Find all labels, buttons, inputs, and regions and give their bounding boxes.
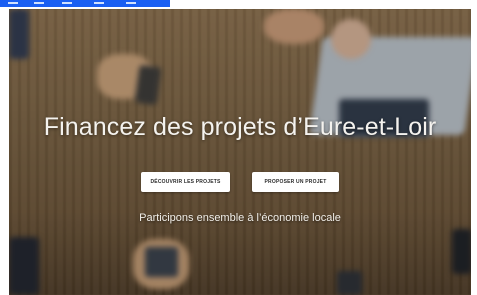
propose-project-button[interactable]: PROPOSER UN PROJET bbox=[252, 172, 339, 192]
hero-tagline: Participons ensemble à l’économie locale bbox=[139, 212, 341, 224]
hero-actions: DÉCOUVRIR LES PROJETS PROPOSER UN PROJET bbox=[9, 172, 471, 192]
discover-projects-button[interactable]: DÉCOUVRIR LES PROJETS bbox=[141, 172, 230, 192]
hero-banner: Financez des projets d’Eure-et-Loir DÉCO… bbox=[9, 9, 471, 295]
top-link-strip[interactable] bbox=[0, 0, 477, 9]
hero-overlay bbox=[9, 9, 471, 295]
top-link-bar[interactable] bbox=[0, 0, 170, 7]
hero-title: Financez des projets d’Eure-et-Loir bbox=[43, 113, 437, 141]
